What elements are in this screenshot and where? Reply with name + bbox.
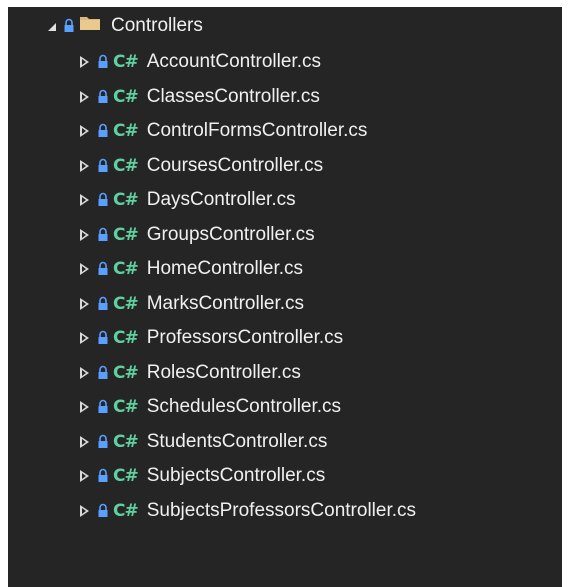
file-label: MarksController.cs (146, 292, 305, 314)
file-item[interactable]: C# SubjectsProfessorsController.cs (80, 494, 416, 528)
file-item[interactable]: C# HomeController.cs (80, 252, 303, 286)
csharp-file-icon: C# (113, 431, 139, 452)
collapse-arrow-icon[interactable] (80, 56, 89, 68)
file-label: AccountController.cs (146, 51, 321, 72)
collapse-arrow-icon[interactable] (80, 263, 89, 275)
collapse-arrow-icon[interactable] (80, 435, 89, 448)
csharp-file-icon: C# (113, 293, 139, 314)
collapse-arrow-icon[interactable] (80, 125, 89, 137)
file-label: ClassesController.cs (146, 85, 320, 107)
lock-icon (98, 296, 108, 312)
lock-icon (98, 158, 108, 174)
file-item[interactable]: C# ControlFormsController.cs (80, 114, 367, 148)
csharp-file-icon: C# (113, 362, 139, 383)
lock-icon (98, 261, 108, 277)
file-label: RolesController.cs (146, 361, 301, 383)
file-item[interactable]: C# AccountController.cs (80, 45, 321, 79)
file-item[interactable]: C# SchedulesController.cs (80, 390, 341, 424)
folder-controllers[interactable]: Controllers (48, 9, 203, 43)
file-item[interactable]: C# CoursesController.cs (80, 149, 323, 183)
csharp-file-icon: C# (113, 190, 139, 210)
collapse-arrow-icon[interactable] (80, 159, 89, 172)
lock-icon (98, 330, 108, 346)
file-item[interactable]: C# RolesController.cs (80, 356, 301, 390)
file-label: HomeController.cs (146, 258, 304, 279)
collapse-arrow-icon[interactable] (80, 90, 89, 103)
csharp-file-icon: C# (113, 259, 139, 279)
file-label: SubjectsController.cs (146, 465, 326, 486)
lock-icon (98, 503, 108, 519)
lock-icon (98, 192, 108, 208)
file-label: ProfessorsController.cs (146, 327, 344, 348)
csharp-file-icon: C# (113, 86, 139, 107)
lock-icon (64, 18, 74, 34)
collapse-arrow-icon[interactable] (80, 401, 89, 413)
file-label: CoursesController.cs (146, 154, 324, 176)
lock-icon (98, 89, 108, 105)
csharp-file-icon: C# (113, 155, 139, 176)
file-item[interactable]: C# ClassesController.cs (80, 80, 320, 114)
lock-icon (98, 54, 108, 70)
lock-icon (98, 227, 108, 243)
folder-icon (79, 14, 101, 38)
file-label: DaysController.cs (146, 189, 296, 210)
file-label: GroupsController.cs (146, 223, 315, 245)
lock-icon (98, 434, 108, 450)
csharp-file-icon: C# (113, 500, 139, 521)
csharp-file-icon: C# (113, 466, 139, 486)
csharp-file-icon: C# (113, 397, 139, 417)
file-item[interactable]: C# StudentsController.cs (80, 425, 327, 459)
collapse-arrow-icon[interactable] (80, 470, 89, 482)
collapse-arrow-icon[interactable] (80, 194, 89, 206)
file-item[interactable]: C# MarksController.cs (80, 287, 304, 321)
file-label: ControlFormsController.cs (146, 120, 368, 141)
csharp-file-icon: C# (113, 224, 139, 245)
lock-icon (98, 365, 108, 381)
solution-explorer-tree: Controllers C# AccountController.cs C# Clas… (8, 7, 562, 587)
csharp-file-icon: C# (113, 52, 139, 72)
collapse-arrow-icon[interactable] (80, 297, 89, 310)
csharp-file-icon: C# (113, 121, 139, 141)
file-item[interactable]: C# ProfessorsController.cs (80, 321, 343, 355)
collapse-arrow-icon[interactable] (80, 504, 89, 517)
lock-icon (98, 468, 108, 484)
file-label: SubjectsProfessorsController.cs (146, 499, 417, 521)
folder-label: Controllers (111, 15, 203, 36)
collapse-arrow-icon[interactable] (80, 228, 89, 241)
expand-arrow-icon[interactable] (48, 23, 56, 31)
file-label: SchedulesController.cs (146, 396, 342, 417)
collapse-arrow-icon[interactable] (80, 332, 89, 344)
lock-icon (98, 123, 108, 139)
csharp-file-icon: C# (113, 328, 139, 348)
collapse-arrow-icon[interactable] (80, 366, 89, 379)
file-label: StudentsController.cs (146, 430, 328, 452)
lock-icon (98, 399, 108, 415)
file-item[interactable]: C# SubjectsController.cs (80, 459, 325, 493)
file-item[interactable]: C# DaysController.cs (80, 183, 296, 217)
file-item[interactable]: C# GroupsController.cs (80, 218, 315, 252)
